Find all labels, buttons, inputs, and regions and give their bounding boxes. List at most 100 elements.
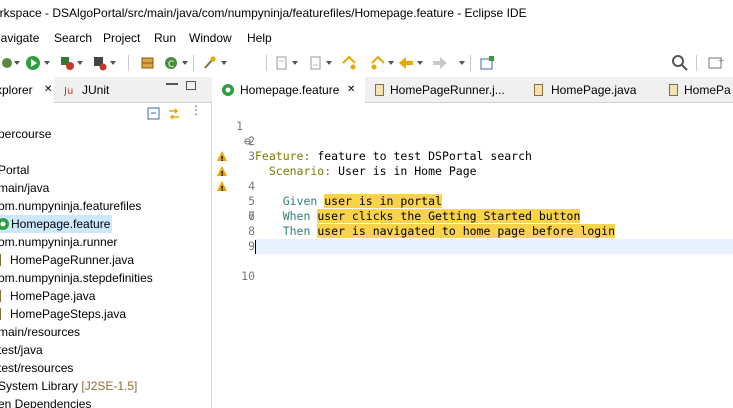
tab-label: HomePa [684,83,731,97]
warning-icon[interactable] [217,181,227,197]
toolbar-separator [128,55,129,71]
menu-project[interactable]: Project [103,31,140,45]
minimize-icon[interactable] [166,83,178,85]
chevron-down-icon[interactable] [14,61,20,65]
tree-item[interactable]: test/java [0,341,43,359]
tree-item-label: System Library [0,379,82,393]
java-file-icon [0,254,1,266]
next-annotation-icon[interactable] [273,54,291,72]
external-tools-icon[interactable] [91,54,109,72]
coverage-icon[interactable] [58,54,76,72]
java-file-icon [0,308,1,320]
menu-help[interactable]: Help [247,31,272,45]
jre-version-label: [J2SE-1.5] [81,379,138,393]
main-toolbar: C + [0,49,733,77]
title-bar: orkspace - DSAlgoPortal/src/main/java/co… [0,0,733,28]
menu-navigate[interactable]: lavigate [0,31,39,45]
explorer-toolbar: ⋮ [0,103,212,125]
tree-item-label: main/resources [0,325,81,339]
chevron-down-icon[interactable] [292,61,298,65]
next-edit-icon[interactable] [340,54,358,72]
tree-item[interactable]: percourse [0,125,51,143]
link-with-editor-icon[interactable] [167,107,181,121]
back-icon[interactable] [397,54,415,72]
maximize-icon[interactable] [186,81,196,90]
code-line: 3 Scenario: User is in Home Page [213,134,733,178]
tab-label: HomePage.java [551,83,637,97]
svg-text:+: + [718,56,725,65]
tree-item[interactable]: main/java [0,179,49,197]
tree-item[interactable]: test/resources [0,359,73,377]
chevron-down-icon[interactable] [77,61,83,65]
search-open-type-icon[interactable] [201,54,219,72]
tab-homepagerunner-java[interactable]: HomePageRunner.j... [370,77,520,103]
tree-item[interactable]: om.numpyninja.featurefiles [0,197,141,215]
tab-homepage-java[interactable]: HomePage.java [534,77,649,103]
chevron-down-icon[interactable] [110,61,116,65]
cucumber-icon [222,84,234,96]
code-line: 5 When user clicks the Getting Started b… [213,164,733,223]
chevron-down-icon[interactable] [326,61,332,65]
new-java-package-icon[interactable] [139,54,157,72]
tree-item[interactable]: System Library [J2SE-1.5] [0,377,137,395]
tree-item-label: percourse [0,127,52,141]
java-file-icon [669,84,678,96]
junit-icon: Ju [64,86,73,97]
open-perspective-icon[interactable]: + [707,54,725,72]
code-line: 2 [213,119,733,148]
tree-item-label: HomePageSteps.java [10,307,127,321]
left-pane-tabs: xplorer ✕ Ju JUnit [0,77,212,103]
code-line: 9 [213,224,733,253]
package-explorer-pane: xplorer ✕ Ju JUnit ⋮ percourse Portal ma… [0,77,212,408]
tree-item-selected[interactable]: Homepage.feature [0,215,112,233]
tree-item-label: om.numpyninja.runner [0,235,118,249]
view-menu-icon[interactable]: ⋮ [190,103,202,117]
collapse-all-icon[interactable] [147,107,161,121]
tree-item-label: om.numpyninja.stepdefinities [0,271,153,285]
tree-item-label: HomePageRunner.java [10,253,135,267]
tab-junit[interactable]: Ju JUnit [62,77,122,103]
pin-editor-icon[interactable] [478,54,496,72]
menu-window[interactable]: Window [189,31,232,45]
java-file-icon [375,84,384,96]
tab-label: xplorer [0,83,33,97]
tab-homepage-feature[interactable]: Homepage.feature ✕ [213,77,365,103]
tab-label: JUnit [82,83,110,97]
warning-icon[interactable] [217,166,227,182]
code-line: 1 ⊖ Feature: feature to test DSPortal se… [213,104,733,163]
tree-item[interactable]: om.numpyninja.runner [0,233,117,251]
forward-icon[interactable] [431,54,449,72]
tree-item-label: Portal [0,163,30,177]
line-number: 10 [241,269,255,283]
close-icon[interactable]: ✕ [44,77,52,103]
tree-item-label: HomePage.java [10,289,96,303]
search-icon[interactable] [671,54,689,72]
svg-text:C: C [168,60,174,70]
tree-item[interactable]: en Dependencies [0,395,91,408]
prev-edit-icon[interactable] [369,54,387,72]
warning-icon[interactable] [217,151,227,167]
chevron-down-icon[interactable] [221,61,227,65]
chevron-down-icon[interactable] [388,61,394,65]
menu-run[interactable]: Run [154,31,176,45]
editor-area: Homepage.feature ✕ HomePageRunner.j... H… [213,77,733,408]
chevron-down-icon[interactable] [417,61,423,65]
menu-bar: lavigate Search Project Run Window Help [0,28,733,49]
tab-homepage-steps[interactable]: HomePa [666,77,733,103]
prev-annotation-icon[interactable] [307,54,325,72]
tab-package-explorer[interactable]: xplorer ✕ [0,77,54,103]
tree-item[interactable]: Portal [0,161,29,179]
tree-item[interactable]: om.numpyninja.stepdefinities [0,269,153,287]
run-icon[interactable] [24,54,42,72]
tree-item-label: test/resources [0,361,74,375]
menu-search[interactable]: Search [54,31,92,45]
chevron-down-icon[interactable] [182,61,188,65]
tab-label: Homepage.feature [240,83,340,97]
close-icon[interactable]: ✕ [347,77,355,103]
chevron-down-icon[interactable] [44,61,50,65]
new-class-icon[interactable]: C [162,54,180,72]
code-editor[interactable]: 1 ⊖ Feature: feature to test DSPortal se… [213,103,733,408]
toolbar-separator [696,55,697,71]
chevron-down-icon[interactable] [459,61,465,65]
tree-item[interactable]: main/resources [0,323,80,341]
